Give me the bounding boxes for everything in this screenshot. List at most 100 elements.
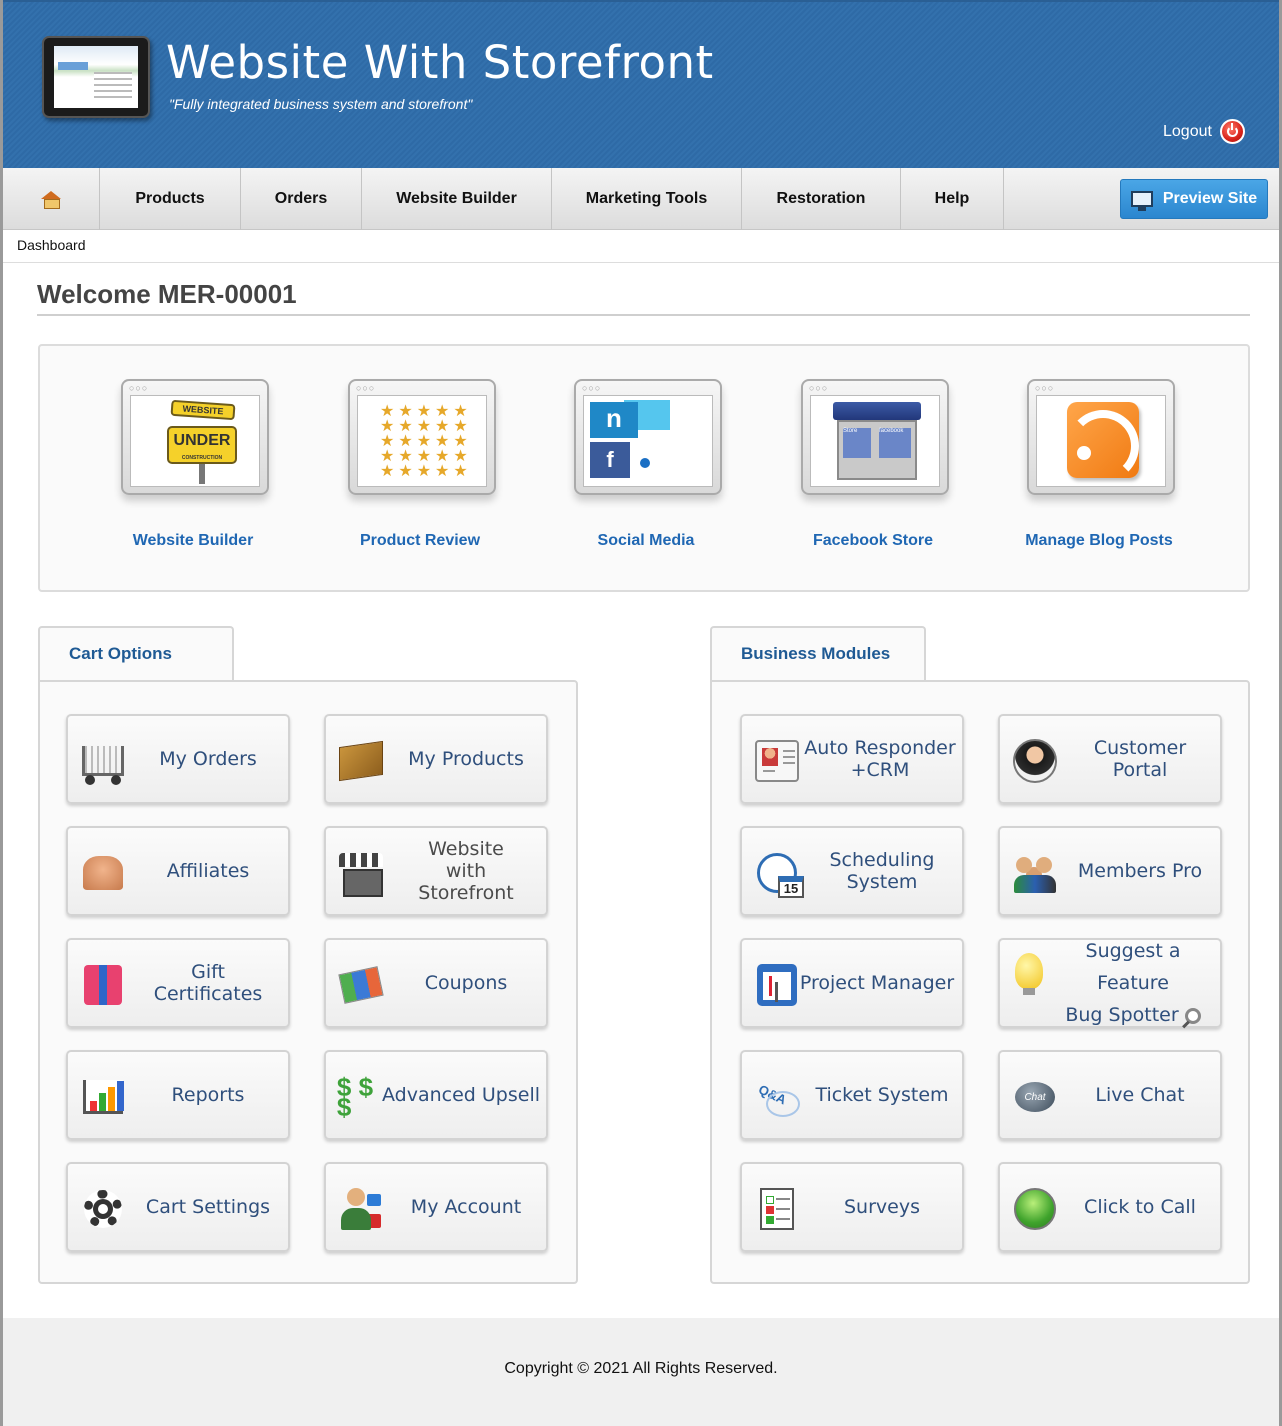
module-auto-responder-button[interactable]: Auto Responder +CRM	[740, 714, 964, 804]
cart-icon	[80, 738, 126, 785]
module-label: Members Pro	[1077, 860, 1203, 882]
quick-link-product-review[interactable]: ○○○ ★★★★★ ★★★★★ ★★★★★ ★★★★★ ★★★★★ Product Re…	[305, 376, 535, 556]
site-tagline: "Fully integrated business system and st…	[169, 96, 473, 112]
clock-calendar-icon: 15	[754, 850, 804, 898]
facebook-store-icon: ○○○ Store facebook	[801, 379, 949, 495]
main-nav: Products Orders Website Builder Marketin…	[3, 168, 1279, 230]
quick-link-label: Product Review	[359, 532, 481, 549]
module-label: Website with Storefront	[418, 838, 514, 904]
rss-icon: ○○○	[1027, 379, 1175, 495]
module-label: Live Chat	[1095, 1084, 1185, 1106]
magnifier-icon	[1184, 1007, 1201, 1024]
site-title: Website With Storefront	[166, 36, 714, 89]
module-label: Project Manager	[799, 972, 955, 994]
under-construction-icon: ○○○ WEBSITE UNDER CONSTRUCTION	[121, 379, 269, 495]
module-label: Click to Call	[1084, 1196, 1196, 1218]
bar-chart-icon	[80, 1074, 126, 1120]
module-label: Affiliates	[166, 860, 250, 882]
header-banner: Website With Storefront "Fully integrate…	[3, 0, 1279, 168]
tab-business-modules[interactable]: Business Modules	[710, 626, 926, 682]
quick-link-website-builder[interactable]: ○○○ WEBSITE UNDER CONSTRUCTION Website Bu…	[78, 376, 308, 556]
cart-website-storefront-button[interactable]: Website with Storefront	[324, 826, 548, 916]
customer-portal-icon	[1012, 738, 1058, 784]
module-label: My Orders	[159, 748, 257, 770]
gear-icon	[80, 1186, 126, 1232]
tablet-logo-icon	[42, 36, 150, 118]
qa-icon	[754, 1074, 800, 1120]
cart-settings-button[interactable]: Cart Settings	[66, 1162, 290, 1252]
copyright-text: Copyright © 2021 All Rights Reserved.	[504, 1360, 778, 1377]
lightbulb-icon	[1006, 948, 1052, 995]
quick-link-facebook-store[interactable]: ○○○ Store facebook Facebook Store	[758, 376, 988, 556]
cart-coupons-button[interactable]: Coupons	[324, 938, 548, 1028]
module-label: Advanced Upsell	[382, 1084, 541, 1106]
module-surveys-button[interactable]: Surveys	[740, 1162, 964, 1252]
module-label: Customer Portal	[1093, 737, 1187, 781]
module-ticket-system-button[interactable]: Ticket System	[740, 1050, 964, 1140]
cart-my-orders-button[interactable]: My Orders	[66, 714, 290, 804]
cart-affiliates-button[interactable]: Affiliates	[66, 826, 290, 916]
module-live-chat-button[interactable]: Chat Live Chat	[998, 1050, 1222, 1140]
logout-button[interactable]: Logout	[1163, 119, 1245, 144]
cart-reports-button[interactable]: Reports	[66, 1050, 290, 1140]
handshake-icon	[80, 850, 126, 896]
project-icon	[754, 962, 800, 1008]
nav-restoration[interactable]: Restoration	[742, 168, 901, 230]
phone-icon	[1012, 1186, 1058, 1232]
social-media-icon: ○○○ nf	[574, 379, 722, 495]
cart-my-account-button[interactable]: My Account	[324, 1162, 548, 1252]
quick-link-label: Social Media	[597, 532, 695, 549]
coupon-icon	[338, 962, 384, 1008]
power-icon	[1219, 119, 1245, 144]
home-icon	[41, 191, 61, 209]
quick-link-label: Manage Blog Posts	[1025, 532, 1173, 549]
module-label: Scheduling System	[829, 849, 935, 893]
logout-label: Logout	[1163, 122, 1212, 140]
title-divider	[37, 314, 1250, 316]
module-members-pro-button[interactable]: Members Pro	[998, 826, 1222, 916]
quick-link-social-media[interactable]: ○○○ nf Social Media	[531, 376, 761, 556]
footer: Copyright © 2021 All Rights Reserved.	[3, 1318, 1279, 1426]
tab-cart-options[interactable]: Cart Options	[38, 626, 234, 682]
contact-card-icon	[754, 738, 800, 784]
quick-links-panel: ○○○ WEBSITE UNDER CONSTRUCTION Website Bu…	[38, 344, 1250, 592]
quick-link-label: Website Builder	[132, 532, 254, 549]
star-rating-icon: ○○○ ★★★★★ ★★★★★ ★★★★★ ★★★★★ ★★★★★	[348, 379, 496, 495]
cart-my-products-button[interactable]: My Products	[324, 714, 548, 804]
module-suggest-feature-button[interactable]: Suggest a Feature Bug Spotter	[998, 938, 1222, 1028]
quick-link-manage-blog-posts[interactable]: ○○○ Manage Blog Posts	[984, 376, 1214, 556]
nav-products[interactable]: Products	[100, 168, 241, 230]
chat-bubble-icon: Chat	[1012, 1074, 1058, 1120]
dollar-icon: $ $ $	[336, 1072, 374, 1122]
module-scheduling-button[interactable]: 15 Scheduling System	[740, 826, 964, 916]
preview-site-button[interactable]: Preview Site	[1120, 179, 1268, 219]
nav-orders[interactable]: Orders	[241, 168, 362, 230]
module-customer-portal-button[interactable]: Customer Portal	[998, 714, 1222, 804]
module-project-manager-button[interactable]: Project Manager	[740, 938, 964, 1028]
breadcrumb-bar: Dashboard	[3, 230, 1279, 263]
module-label: Gift Certificates	[153, 961, 263, 1005]
nav-help[interactable]: Help	[901, 168, 1004, 230]
module-label: Suggest a Feature Bug Spotter	[1052, 940, 1214, 1026]
cart-advanced-upsell-button[interactable]: $ $ $ Advanced Upsell	[324, 1050, 548, 1140]
nav-marketing-tools[interactable]: Marketing Tools	[552, 168, 742, 230]
module-click-to-call-button[interactable]: Click to Call	[998, 1162, 1222, 1252]
preview-site-label: Preview Site	[1162, 190, 1258, 207]
breadcrumb: Dashboard	[17, 237, 86, 253]
box-icon	[338, 738, 384, 784]
module-label: Auto Responder +CRM	[804, 737, 956, 781]
bug-spotter-label: Bug Spotter	[1065, 999, 1201, 1031]
module-label: Ticket System	[815, 1084, 949, 1106]
suggest-feature-label: Suggest a Feature	[1085, 940, 1181, 994]
page-title: Welcome MER-00001	[37, 279, 297, 309]
nav-website-builder[interactable]: Website Builder	[362, 168, 552, 230]
module-label: Surveys	[844, 1196, 920, 1218]
module-label: Cart Settings	[145, 1196, 271, 1218]
user-lock-icon	[338, 1186, 384, 1232]
monitor-icon	[1130, 191, 1153, 211]
quick-link-label: Facebook Store	[812, 532, 934, 549]
module-label: My Account	[410, 1196, 522, 1218]
module-label: Coupons	[424, 972, 508, 994]
nav-home[interactable]	[3, 168, 100, 230]
cart-gift-certificates-button[interactable]: Gift Certificates	[66, 938, 290, 1028]
